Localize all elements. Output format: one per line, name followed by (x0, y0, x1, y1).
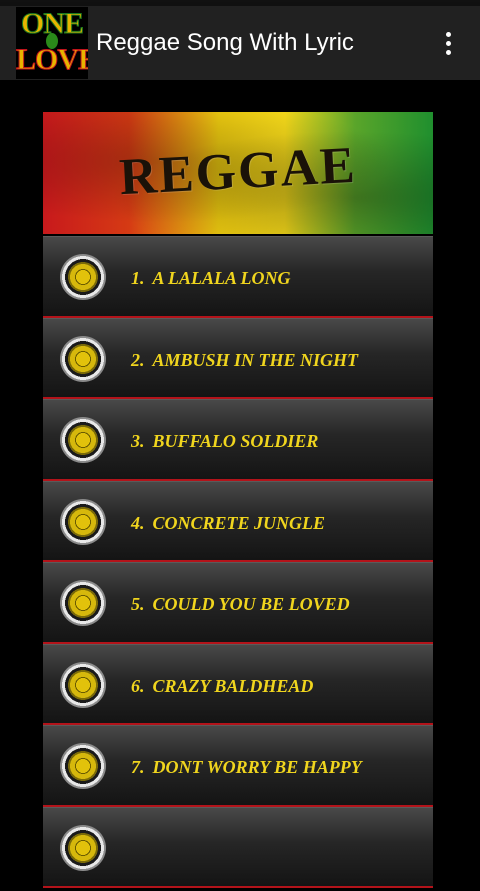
song-number: 4. (131, 512, 145, 533)
song-title: CRAZY BALDHEAD (152, 675, 314, 696)
app-bar: ONE LOVE Reggae Song With Lyric (0, 6, 480, 80)
song-label: 4. CONCRETE JUNGLE (131, 481, 325, 561)
speaker-icon (60, 580, 106, 626)
song-item-1[interactable]: 1. A LALALA LONG (43, 236, 433, 318)
song-item-2[interactable]: 2. AMBUSH IN THE NIGHT (43, 317, 433, 399)
speaker-icon (60, 498, 106, 545)
song-number: 6. (131, 675, 145, 696)
song-list: 1. A LALALA LONG 2. AMBUSH IN THE NIGHT 3.… (43, 236, 433, 888)
app-title: Reggae Song With Lyric (96, 29, 354, 56)
reggae-banner: REGGAE (43, 112, 433, 234)
song-number: 7. (131, 757, 145, 777)
song-item-3[interactable]: 3. BUFFALO SOLDIER (43, 399, 433, 481)
song-title: BUFFALO SOLDIER (152, 431, 319, 451)
song-number: 1. (131, 268, 145, 288)
app-logo: ONE LOVE (16, 7, 88, 79)
song-label: 6. CRAZY BALDHEAD (131, 644, 313, 724)
speaker-icon (60, 417, 106, 463)
speaker-icon (60, 661, 106, 708)
song-title: COULD YOU BE LOVED (152, 594, 350, 614)
song-label: 1. A LALALA LONG (131, 236, 291, 316)
song-item-5[interactable]: 5. COULD YOU BE LOVED (43, 562, 433, 644)
song-title: A LALALA LONG (152, 268, 291, 288)
song-title: AMBUSH IN THE NIGHT (152, 349, 359, 370)
song-item-7[interactable]: 7. DONT WORRY BE HAPPY (43, 725, 433, 807)
banner-text: REGGAE (117, 136, 359, 207)
song-title: CONCRETE JUNGLE (152, 512, 326, 533)
song-number: 3. (131, 431, 145, 451)
song-label: 2. AMBUSH IN THE NIGHT (131, 318, 358, 398)
song-title: DONT WORRY BE HAPPY (152, 757, 362, 777)
song-item-6[interactable]: 6. CRAZY BALDHEAD (43, 643, 433, 725)
song-number: 2. (131, 349, 145, 370)
speaker-icon (60, 335, 106, 382)
speaker-icon (60, 254, 106, 300)
logo-line-2: LOVE (16, 43, 88, 76)
speaker-icon (60, 824, 106, 871)
song-item-4[interactable]: 4. CONCRETE JUNGLE (43, 480, 433, 562)
song-label: 3. BUFFALO SOLDIER (131, 399, 318, 479)
speaker-icon (60, 743, 106, 789)
more-vert-icon[interactable] (428, 15, 468, 71)
song-label (131, 807, 139, 887)
song-number: 5. (131, 594, 145, 614)
song-label: 5. COULD YOU BE LOVED (131, 562, 350, 642)
song-label: 7. DONT WORRY BE HAPPY (131, 725, 362, 805)
song-item-8[interactable] (43, 806, 433, 888)
